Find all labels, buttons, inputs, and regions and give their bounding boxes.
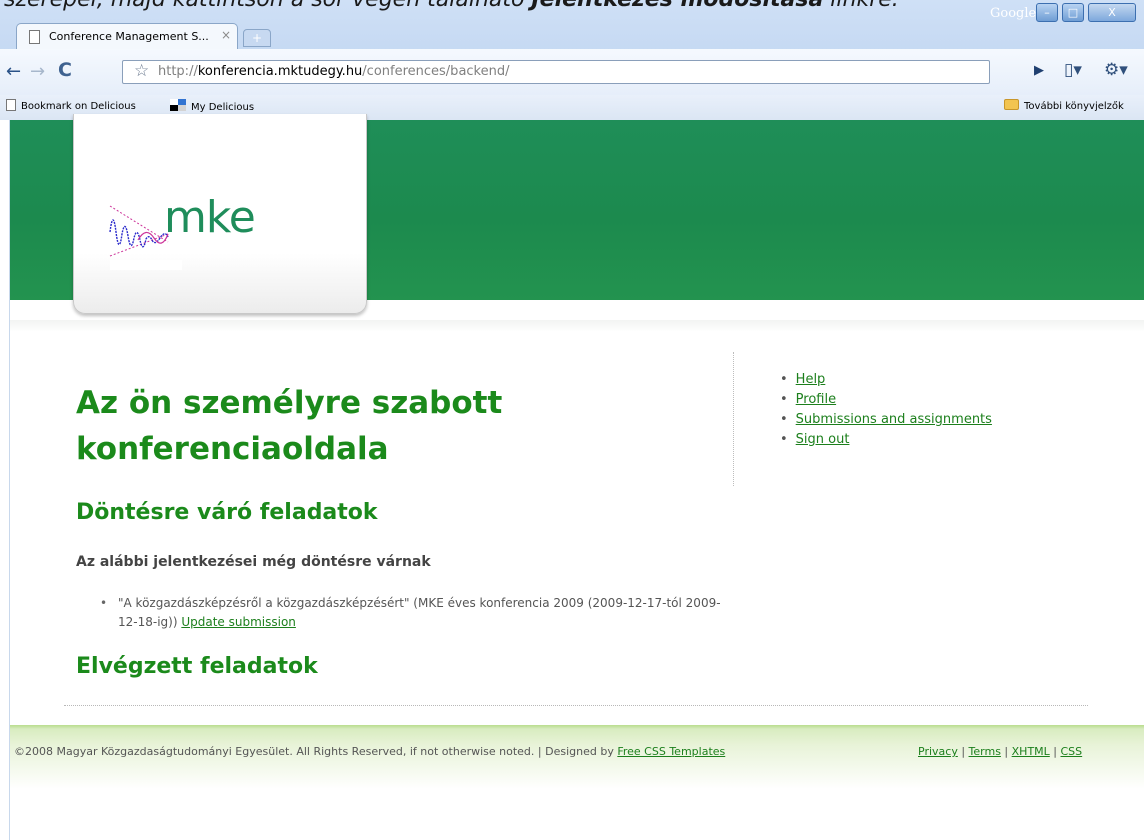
- profile-link[interactable]: Profile: [796, 392, 836, 407]
- page-title: Az ön személyre szabott konferenciaoldal…: [76, 385, 503, 467]
- footer-links: Privacy | Terms | XHTML | CSS: [918, 745, 1082, 758]
- bookmark-delicious[interactable]: Bookmark on Delicious: [6, 99, 136, 112]
- back-arrow-icon[interactable]: ←: [6, 61, 21, 82]
- bookmark-delicious-label: Bookmark on Delicious: [21, 101, 136, 112]
- footer-separator: |: [1049, 745, 1061, 758]
- folder-icon: [1004, 99, 1019, 110]
- page-icon: [6, 99, 16, 111]
- bookmark-star-icon[interactable]: ☆: [134, 61, 149, 81]
- logo-text: mke: [164, 192, 256, 243]
- wrench-menu-icon[interactable]: ⚙▾: [1104, 60, 1128, 80]
- url-host: konferencia.mktudegy.hu: [197, 64, 363, 79]
- sign-out-link[interactable]: Sign out: [796, 432, 850, 447]
- list-item: "A közgazdászképzésről a közgazdászképzé…: [100, 594, 724, 632]
- window-left-border: [0, 120, 10, 840]
- bookmark-other-folder[interactable]: További könyvjelzők: [1004, 99, 1124, 112]
- sidebar-nav: Help Profile Submissions and assignments…: [780, 370, 992, 450]
- bookmark-my-delicious[interactable]: My Delicious: [170, 99, 254, 113]
- logo-wave-icon: [109, 205, 169, 257]
- privacy-link[interactable]: Privacy: [918, 745, 958, 758]
- xhtml-link[interactable]: XHTML: [1012, 745, 1050, 758]
- page-icon: [29, 30, 40, 44]
- reload-icon[interactable]: C: [58, 59, 72, 81]
- doc-text-suffix: linkre.: [823, 0, 899, 12]
- browser-tab[interactable]: Conference Management S... ×: [16, 23, 238, 49]
- footer-separator: |: [957, 745, 969, 758]
- browser-toolbar: ← → C ☆ http://konferencia.mktudegy.hu/c…: [0, 49, 1144, 95]
- window-close-button[interactable]: X: [1088, 3, 1136, 22]
- footer-copyright: ©2008 Magyar Közgazdaságtudományi Egyesü…: [14, 745, 725, 758]
- pending-tasks-heading: Döntésre váró feladatok: [76, 500, 378, 525]
- window-minimize-button[interactable]: –: [1036, 3, 1058, 22]
- pending-list: "A közgazdászképzésről a közgazdászképzé…: [100, 594, 724, 632]
- window-maximize-button[interactable]: □: [1062, 3, 1084, 22]
- delicious-logo-icon: [170, 99, 186, 112]
- document-overlay-text: szerepel, majd kattintson a sor végén ta…: [4, 0, 1004, 13]
- sidebar-item-sign-out: Sign out: [780, 430, 992, 450]
- tab-title: Conference Management S...: [49, 30, 209, 43]
- css-link[interactable]: CSS: [1061, 745, 1083, 758]
- update-submission-link[interactable]: Update submission: [181, 615, 296, 629]
- completed-tasks-heading: Elvégzett feladatok: [76, 654, 318, 679]
- doc-text-bold: Jelentkezés módosítása: [531, 0, 823, 12]
- window-google-label: Google: [990, 6, 1037, 21]
- sidebar-divider: [733, 352, 734, 486]
- url-path: /conferences/backend/: [362, 64, 510, 79]
- help-link[interactable]: Help: [796, 372, 826, 387]
- address-url[interactable]: http://konferencia.mktudegy.hu/conferenc…: [158, 64, 510, 79]
- site-logo-card[interactable]: mke: [73, 114, 367, 314]
- pending-subheading: Az alábbi jelentkezései még döntésre vár…: [76, 554, 431, 570]
- terms-link[interactable]: Terms: [969, 745, 1001, 758]
- logo-underline: [110, 260, 182, 270]
- tab-close-icon[interactable]: ×: [221, 28, 231, 42]
- play-icon[interactable]: ▶: [1034, 63, 1044, 78]
- submissions-link[interactable]: Submissions and assignments: [796, 412, 992, 427]
- browser-chrome: szerepel, majd kattintson a sor végén ta…: [0, 0, 1144, 120]
- free-css-templates-link[interactable]: Free CSS Templates: [617, 745, 725, 758]
- sidebar-item-help: Help: [780, 370, 992, 390]
- url-scheme: http://: [158, 64, 198, 79]
- content-divider: [64, 705, 1088, 706]
- sidebar-item-profile: Profile: [780, 390, 992, 410]
- new-tab-button[interactable]: +: [243, 29, 271, 47]
- bookmark-other-label: További könyvjelzők: [1024, 101, 1124, 112]
- page-menu-icon[interactable]: ▯▾: [1064, 60, 1082, 80]
- copyright-text: ©2008 Magyar Közgazdaságtudományi Egyesü…: [14, 745, 618, 758]
- site-footer: ©2008 Magyar Közgazdaságtudományi Egyesü…: [10, 725, 1144, 789]
- doc-text-prefix: szerepel, majd kattintson a sor végén ta…: [4, 0, 531, 12]
- header-fade: [10, 320, 1144, 332]
- sidebar-item-submissions: Submissions and assignments: [780, 410, 992, 430]
- forward-arrow-icon[interactable]: →: [30, 61, 45, 82]
- bookmark-my-delicious-label: My Delicious: [191, 102, 255, 113]
- footer-separator: |: [1000, 745, 1012, 758]
